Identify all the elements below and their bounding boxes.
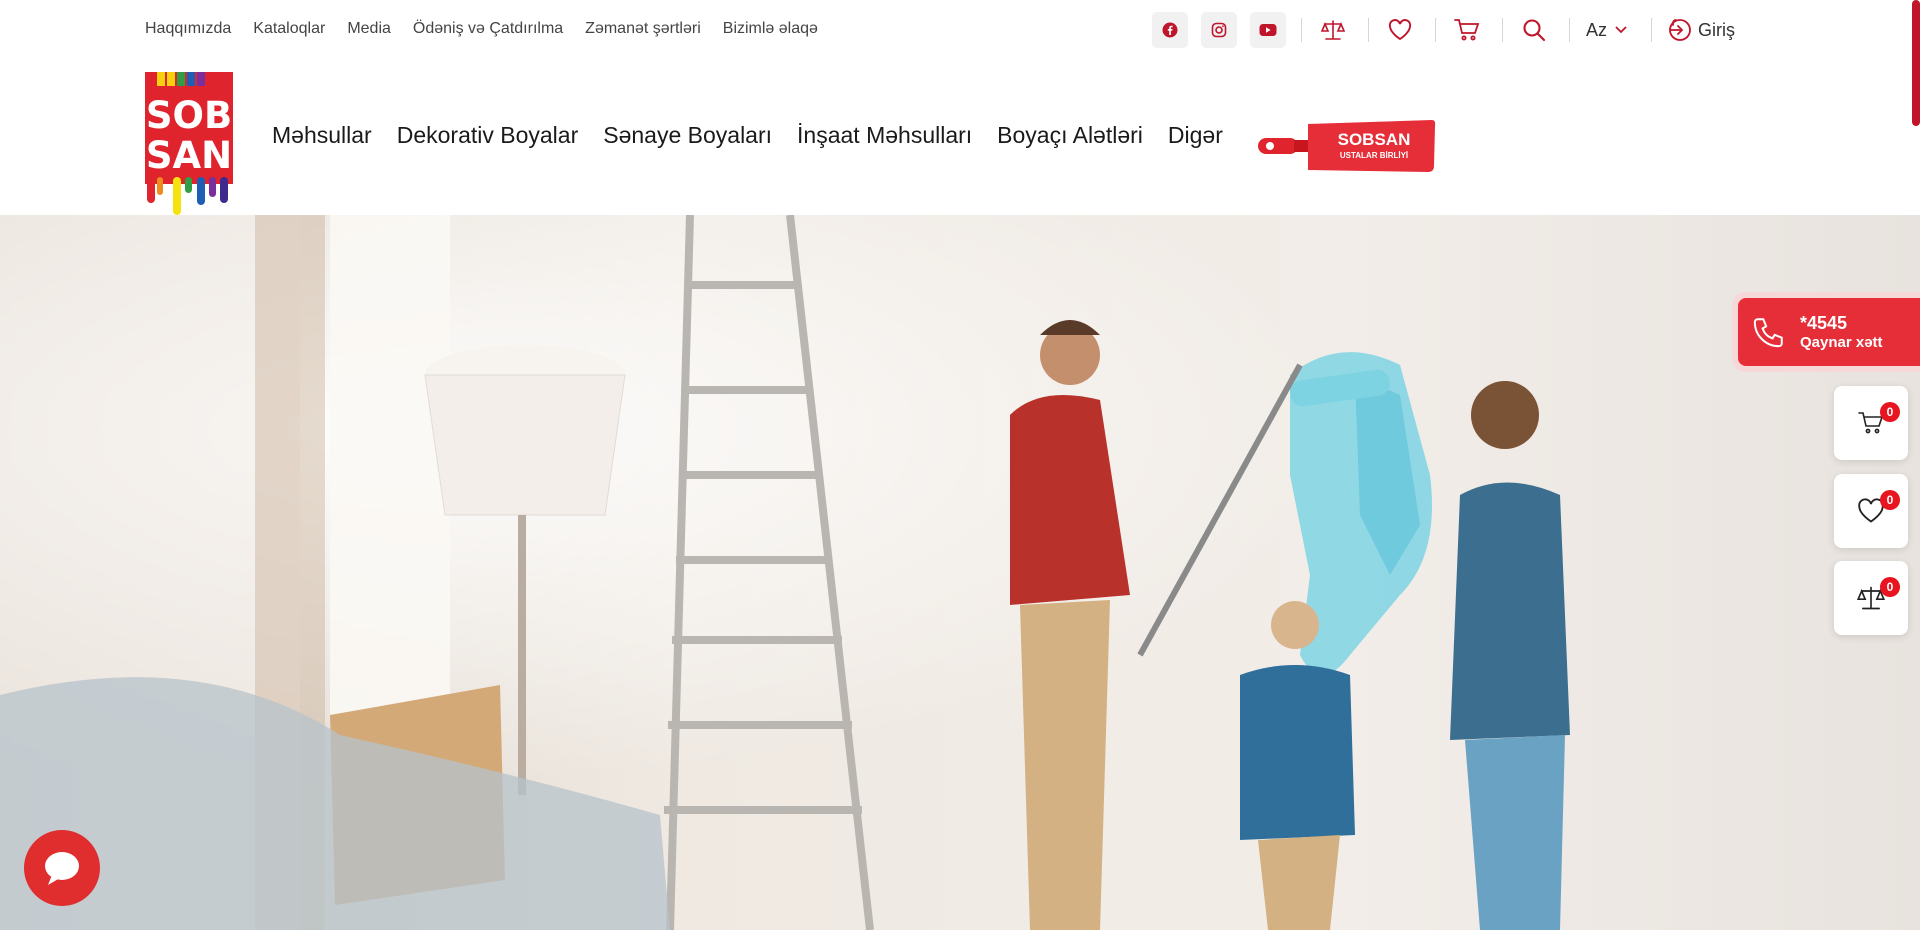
- chevron-down-icon: [1615, 26, 1627, 34]
- nav-industrial-paints[interactable]: Sənaye Boyaları: [603, 122, 772, 149]
- page-scrollbar[interactable]: [1912, 0, 1920, 126]
- nav-other[interactable]: Digər: [1168, 122, 1223, 149]
- divider: [1368, 18, 1369, 42]
- cart-icon[interactable]: [1452, 15, 1482, 45]
- compare-scale-icon[interactable]: [1318, 15, 1348, 45]
- sobsan-logo[interactable]: SOB SAN: [145, 72, 233, 215]
- hotline-label: Qaynar xətt: [1800, 334, 1883, 351]
- login-label: Giriş: [1698, 19, 1736, 40]
- nav-decorative-paints[interactable]: Dekorativ Boyalar: [397, 122, 579, 149]
- wishlist-count-badge: 0: [1880, 490, 1900, 510]
- divider: [1502, 18, 1503, 42]
- nav-painter-tools[interactable]: Boyaçı Alətləri: [997, 122, 1143, 149]
- search-icon[interactable]: [1519, 15, 1549, 45]
- top-link-payment-delivery[interactable]: Ödəniş və Çatdırılma: [413, 20, 563, 38]
- divider: [1435, 18, 1436, 42]
- divider: [1301, 18, 1302, 42]
- youtube-icon[interactable]: [1250, 12, 1286, 48]
- floating-compare-button[interactable]: 0: [1834, 561, 1908, 635]
- login-icon: [1669, 19, 1691, 41]
- logo-text-bottom: SAN: [146, 134, 232, 177]
- heart-icon[interactable]: [1385, 15, 1415, 45]
- nav-products[interactable]: Məhsullar: [272, 122, 372, 149]
- facebook-icon[interactable]: [1152, 12, 1188, 48]
- hotline-number: *4545: [1800, 313, 1848, 333]
- top-actions: Az Giriş: [1152, 12, 1735, 48]
- badge-subtitle: USTALAR BİRLİYİ: [1340, 151, 1408, 160]
- divider: [1569, 18, 1570, 42]
- login-button[interactable]: Giriş: [1668, 18, 1735, 42]
- logo-text-top: SOB: [146, 94, 232, 137]
- compare-count-badge: 0: [1880, 577, 1900, 597]
- instagram-icon[interactable]: [1201, 12, 1237, 48]
- phone-icon: [1753, 318, 1783, 348]
- top-link-media[interactable]: Media: [347, 20, 391, 38]
- language-value: Az: [1586, 19, 1608, 40]
- hero-illustration: [0, 215, 1920, 930]
- nav-construction-products[interactable]: İnşaat Məhsulları: [797, 122, 972, 149]
- top-bar: Haqqımızda Kataloqlar Media Ödəniş və Ça…: [0, 0, 1920, 60]
- hotline-text: *4545 Qaynar xətt: [1800, 313, 1883, 351]
- main-nav: Məhsullar Dekorativ Boyalar Sənaye Boyal…: [272, 122, 1223, 149]
- chat-bubble-icon: [45, 852, 79, 885]
- top-link-contact[interactable]: Bizimlə əlaqə: [723, 20, 818, 38]
- language-select[interactable]: Az: [1586, 20, 1627, 41]
- divider: [1651, 18, 1653, 42]
- top-links: Haqqımızda Kataloqlar Media Ödəniş və Ça…: [145, 20, 818, 38]
- top-link-catalogs[interactable]: Kataloqlar: [253, 20, 325, 38]
- masters-union-badge[interactable]: SOBSAN USTALAR BİRLİYİ: [1256, 116, 1436, 176]
- hotline-widget[interactable]: *4545 Qaynar xətt: [1738, 298, 1920, 366]
- cart-count-badge: 0: [1880, 402, 1900, 422]
- badge-title: SOBSAN: [1338, 130, 1411, 149]
- live-chat-button[interactable]: [24, 830, 100, 906]
- top-link-about[interactable]: Haqqımızda: [145, 20, 231, 38]
- floating-wishlist-button[interactable]: 0: [1834, 474, 1908, 548]
- top-link-warranty[interactable]: Zəmanət şərtləri: [585, 20, 701, 38]
- floating-cart-button[interactable]: 0: [1834, 386, 1908, 460]
- hero-banner: [0, 215, 1920, 930]
